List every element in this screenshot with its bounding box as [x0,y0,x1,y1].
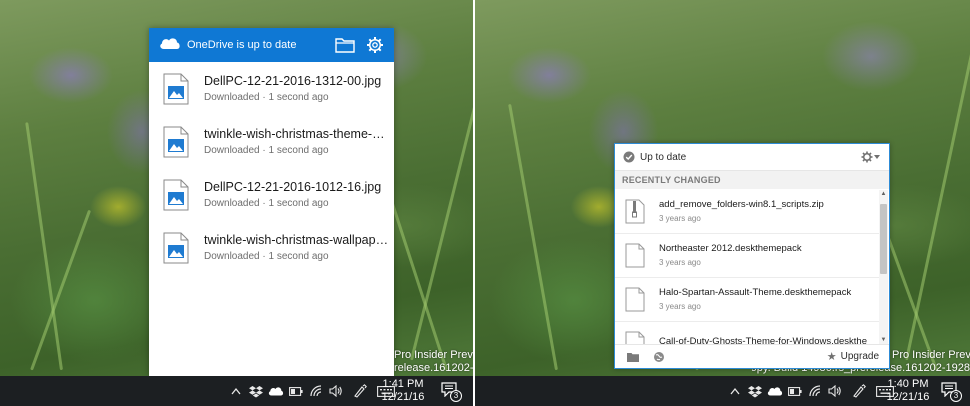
list-scrollbar[interactable]: ▲ ▼ [879,190,888,344]
onedrive-tray-icon[interactable] [767,383,783,399]
file-status: Downloaded · 1 second ago [204,198,329,209]
scrollbar-thumb[interactable] [880,204,887,274]
onedrive-file-item[interactable]: DellPC-12-21-2016-1012-16.jpg Downloaded… [149,168,394,221]
image-file-icon [163,179,189,210]
image-file-icon [163,232,189,263]
onedrive-status-title: OneDrive is up to date [187,39,297,51]
settings-menu-button[interactable] [861,149,881,165]
windows-ink-icon[interactable] [352,383,368,399]
file-status: Downloaded · 1 second ago [204,251,329,262]
sync-status-header: Up to date [615,144,889,171]
image-file-icon [163,73,189,104]
onedrive-classic-flyout: Up to date RECENTLY CHANGED add_remove_f… [614,143,890,369]
zip-file-icon [625,199,645,224]
folder-icon [627,352,639,362]
list-item[interactable]: add_remove_folders-win8.1_scripts.zip 3 … [615,190,880,234]
list-item[interactable]: Halo-Spartan-Assault-Theme.deskthemepack… [615,278,880,322]
globe-icon [654,351,664,362]
upgrade-button[interactable]: ★ Upgrade [827,350,879,363]
battery-icon[interactable] [787,383,803,399]
generic-file-icon [625,243,645,268]
clock-date: 12/21/16 [886,391,930,403]
file-date: 3 years ago [659,214,701,223]
taskbar-right: 1:40 PM 12/21/16 3 [475,376,970,406]
dropbox-icon[interactable] [248,383,264,399]
file-name: Call-of-Duty-Ghosts-Theme-for-Windows.de… [659,336,868,344]
open-folder-button[interactable] [334,34,356,56]
wifi-icon[interactable] [308,383,324,399]
view-online-button[interactable] [653,350,667,364]
taskbar-left: 1:41 PM 12/21/16 3 [0,376,473,406]
file-name: twinkle-wish-christmas-wallpape... [204,233,389,247]
cloud-icon [159,36,181,55]
scroll-up-arrow-icon[interactable]: ▲ [879,190,888,198]
notification-count-badge: 3 [950,390,962,402]
show-hidden-icons-chevron-icon[interactable] [228,383,244,399]
onedrive-header: OneDrive is up to date [149,28,394,62]
clock-date: 12/21/16 [381,391,425,403]
grass-blade [30,209,92,371]
dropbox-icon[interactable] [747,383,763,399]
file-name: DellPC-12-21-2016-1012-16.jpg [204,180,382,194]
flyout-footer: ★ Upgrade [615,344,889,368]
action-center-button[interactable]: 3 [941,382,962,402]
image-file-icon [163,126,189,157]
check-circle-icon [623,151,635,163]
file-name: Halo-Spartan-Assault-Theme.deskthemepack [659,287,852,298]
taskbar-clock[interactable]: 1:41 PM 12/21/16 [381,378,425,404]
file-date: 3 years ago [659,302,701,311]
notification-count-badge: 3 [450,390,462,402]
upgrade-label: Upgrade [840,351,879,362]
system-tray [727,376,899,406]
gear-icon [861,151,873,163]
system-tray [228,376,400,406]
open-folder-button[interactable] [627,350,641,364]
battery-icon[interactable] [288,383,304,399]
file-date: 3 years ago [659,258,701,267]
onedrive-file-item[interactable]: twinkle-wish-christmas-theme-w... Downlo… [149,115,394,168]
onedrive-tray-icon[interactable] [268,383,284,399]
wifi-icon[interactable] [807,383,823,399]
file-name: DellPC-12-21-2016-1312-00.jpg [204,74,382,88]
list-item[interactable]: Call-of-Duty-Ghosts-Theme-for-Windows.de… [615,322,880,344]
file-name: add_remove_folders-win8.1_scripts.zip [659,199,824,210]
list-item[interactable]: Northeaster 2012.deskthemepack 3 years a… [615,234,880,278]
recently-changed-heading: RECENTLY CHANGED [615,171,889,189]
chevron-down-icon [874,155,880,159]
volume-icon[interactable] [827,383,843,399]
onedrive-file-item[interactable]: twinkle-wish-christmas-wallpape... Downl… [149,221,394,274]
generic-file-icon [625,287,645,312]
folder-icon [335,38,355,53]
star-icon: ★ [826,351,837,363]
gear-icon [367,37,383,53]
grass-blade [410,68,473,361]
sync-status-text: Up to date [640,151,687,163]
clock-time: 1:41 PM [382,378,424,390]
settings-button[interactable] [364,34,386,56]
grass-blade [508,103,558,371]
taskbar-clock[interactable]: 1:40 PM 12/21/16 [886,378,930,404]
generic-file-icon [625,331,645,344]
recent-files-list: add_remove_folders-win8.1_scripts.zip 3 … [615,190,880,344]
show-hidden-icons-chevron-icon[interactable] [727,383,743,399]
onedrive-file-item[interactable]: DellPC-12-21-2016-1312-00.jpg Downloaded… [149,62,394,115]
file-status: Downloaded · 1 second ago [204,145,329,156]
file-status: Downloaded · 1 second ago [204,92,329,103]
scroll-down-arrow-icon[interactable]: ▼ [879,336,888,344]
clock-time: 1:40 PM [887,378,929,390]
action-center-button[interactable]: 3 [441,382,462,402]
windows-ink-icon[interactable] [851,383,867,399]
file-name: twinkle-wish-christmas-theme-w... [204,127,389,141]
onedrive-flyout: OneDrive is up to date DellPC-12-21-2016… [149,28,394,376]
file-name: Northeaster 2012.deskthemepack [659,243,802,254]
volume-icon[interactable] [328,383,344,399]
